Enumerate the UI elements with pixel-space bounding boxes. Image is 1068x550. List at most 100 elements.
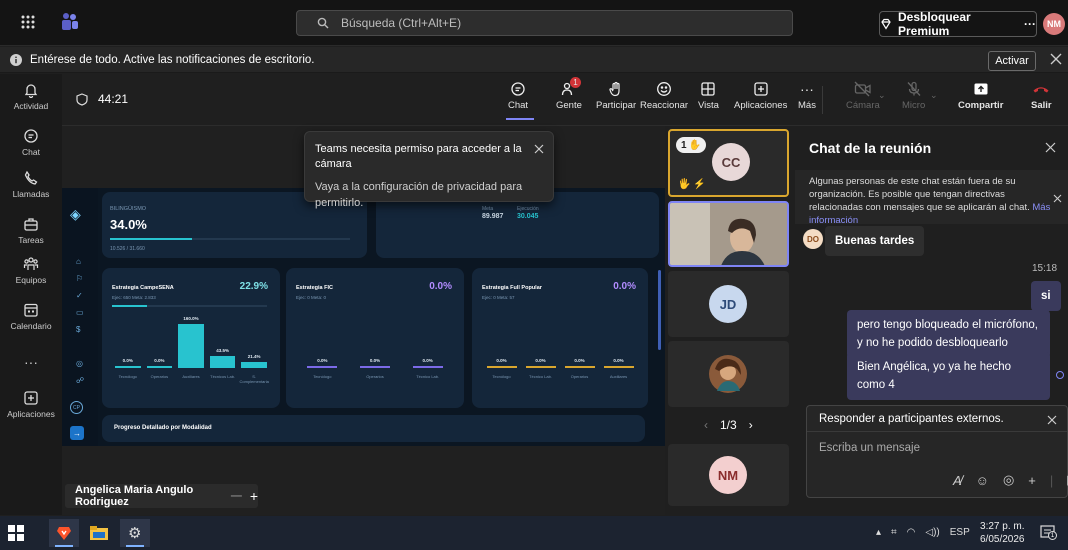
- language-indicator[interactable]: ESP: [950, 527, 970, 538]
- dashboard-expand-icon: →: [70, 426, 84, 440]
- chart-bar: [525, 366, 556, 368]
- network-icon[interactable]: ⌗: [891, 527, 897, 538]
- notification-center-icon[interactable]: 1: [1040, 525, 1057, 541]
- chevron-left-icon[interactable]: ‹: [704, 418, 708, 432]
- taskbar-app-explorer[interactable]: [84, 519, 114, 547]
- dashboard-cp-icon: CP: [70, 401, 83, 414]
- add-icon[interactable]: +: [250, 488, 258, 504]
- tile-status-icons: 🖐 ⚡: [678, 179, 706, 190]
- strategy-card-title: Estrategia FIC: [296, 285, 333, 291]
- rail-item-teams[interactable]: Equipos: [0, 256, 62, 285]
- progress-detail-card: Progreso Detallado por Modalidad: [102, 415, 645, 442]
- toolbar-chat-button[interactable]: Chat: [506, 81, 534, 120]
- user-avatar[interactable]: NM: [1043, 13, 1065, 35]
- rail-item-apps[interactable]: Aplicaciones: [0, 390, 62, 419]
- chevron-up-icon[interactable]: ▴: [876, 527, 881, 538]
- participant-tile-nm[interactable]: NM: [668, 444, 789, 506]
- toolbar-view-button[interactable]: Vista: [698, 81, 719, 111]
- rail-item-tasks[interactable]: Tareas: [0, 216, 62, 245]
- strategy-card: Estrategia FIC 0.0% Ejec: 0 Meta: 0 0.0% Tec…: [286, 268, 464, 408]
- system-tray: ▴ ⌗ ◠ ◁)) ESP: [876, 527, 970, 538]
- avatar: NM: [709, 456, 747, 494]
- mic-off-icon: [906, 81, 922, 97]
- search-placeholder: Búsqueda (Ctrl+Alt+E): [341, 16, 462, 30]
- chart-bar: [115, 366, 141, 368]
- premium-button[interactable]: Desbloquear Premium ···: [879, 10, 1037, 38]
- mic-chevron-icon[interactable]: ⌄: [930, 90, 938, 101]
- toolbar-camera-button[interactable]: Cámara: [846, 81, 880, 111]
- strategy-card-sub: Ejec: 0 Meta: 0: [296, 295, 327, 300]
- toolbar-more-button[interactable]: ··· Más: [798, 81, 816, 111]
- chart-bar-value: 0.0%: [535, 358, 546, 363]
- chevron-right-icon[interactable]: ›: [749, 418, 753, 432]
- dashboard-sidenav: ◈ ⌂ ⚐ ✓ ▭ $ ◎ ☍ CP →: [62, 188, 98, 446]
- diamond-icon: [880, 18, 892, 30]
- app-rail: Actividad Chat Llamadas Tareas Equipos C…: [0, 74, 62, 515]
- chart-bar-label: Técnicos Lab.: [210, 374, 236, 379]
- add-apps-icon: [23, 390, 39, 406]
- chart-bar: [307, 366, 338, 368]
- emoji-icon[interactable]: ☺: [976, 473, 989, 488]
- message-input[interactable]: Escriba un mensaje: [819, 442, 920, 454]
- volume-icon[interactable]: ◁)): [925, 527, 939, 538]
- teams-icon: [23, 256, 39, 272]
- search-input[interactable]: Búsqueda (Ctrl+Alt+E): [296, 10, 793, 36]
- premium-label: Desbloquear Premium: [898, 10, 971, 38]
- toolbar-people-button[interactable]: 1 Gente: [556, 77, 582, 111]
- rail-item-calls[interactable]: Llamadas: [0, 170, 62, 199]
- toolbar-react-button[interactable]: Reaccionar: [640, 81, 688, 111]
- participant-tile-video[interactable]: [668, 201, 789, 267]
- rail-item-activity[interactable]: Actividad: [0, 82, 62, 111]
- camera-chevron-icon[interactable]: ⌄: [878, 90, 886, 101]
- dashboard-logo-icon: ◈: [70, 206, 81, 222]
- notification-text: Entérese de todo. Active las notificacio…: [30, 53, 315, 66]
- close-icon[interactable]: [534, 144, 544, 154]
- taskbar-app-settings[interactable]: ⚙: [120, 519, 150, 547]
- wifi-icon[interactable]: ◠: [907, 527, 916, 538]
- chart-bar-value: 43.5%: [216, 348, 229, 354]
- chart-bar: [603, 366, 634, 368]
- hang-up-icon: [1032, 81, 1050, 97]
- activate-button[interactable]: Activar: [988, 51, 1036, 71]
- gallery-pager: ‹ 1/3 ›: [704, 418, 753, 432]
- info-icon: [10, 53, 22, 66]
- toolbar-share-button[interactable]: Compartir: [958, 81, 1003, 111]
- camera-off-icon: [854, 81, 872, 97]
- participant-tile-jd[interactable]: JD: [668, 271, 789, 337]
- more-options-icon[interactable]: ···: [1024, 17, 1036, 31]
- toolbar-leave-button[interactable]: Salir: [1031, 81, 1052, 111]
- toast-title: Teams necesita permiso para acceder a la…: [315, 143, 522, 170]
- strategy-card-progress: [112, 305, 267, 307]
- rail-item-calendar[interactable]: Calendario: [0, 302, 62, 331]
- close-icon[interactable]: [1053, 194, 1062, 203]
- avatar: CC: [712, 143, 750, 181]
- dashboard-scrollbar[interactable]: [658, 270, 661, 350]
- app-grid-icon[interactable]: [20, 14, 36, 30]
- toolbar-apps-button[interactable]: Aplicaciones: [734, 81, 787, 111]
- chart-bar-value: 21.4%: [247, 354, 261, 360]
- name-divider: —: [230, 490, 242, 502]
- taskbar-app-brave[interactable]: [49, 519, 79, 547]
- close-icon[interactable]: [1045, 142, 1056, 153]
- sticker-icon[interactable]: ◎: [1003, 472, 1014, 488]
- bilingualism-progress-fill: [110, 238, 192, 240]
- windows-start-icon[interactable]: [8, 525, 24, 541]
- toolbar-raise-hand-button[interactable]: Participar: [596, 81, 636, 111]
- more-apps-icon[interactable]: ···: [0, 354, 62, 370]
- close-icon[interactable]: [1050, 53, 1062, 65]
- add-icon[interactable]: +: [1028, 473, 1036, 488]
- strategy-card-sub: Ejec: 0 Meta: 57: [482, 295, 515, 300]
- smiley-icon: [656, 81, 672, 97]
- chart-bar-value: 0.0%: [369, 358, 381, 363]
- rail-item-chat[interactable]: Chat: [0, 128, 62, 157]
- raise-hand-icon: [608, 81, 624, 97]
- strategy-card-percent: 22.9%: [239, 281, 268, 292]
- format-icon[interactable]: A̸: [953, 473, 962, 488]
- toolbar-mic-button[interactable]: Micro: [902, 81, 925, 111]
- clock[interactable]: 3:27 p. m. 6/05/2026: [980, 520, 1025, 546]
- participant-video: [670, 203, 787, 265]
- participant-tile-cc[interactable]: 1 ✋ CC 🖐 ⚡: [668, 129, 789, 197]
- chart-bar: [486, 366, 517, 368]
- close-icon[interactable]: [1047, 415, 1057, 425]
- participant-tile-photo[interactable]: [668, 341, 789, 407]
